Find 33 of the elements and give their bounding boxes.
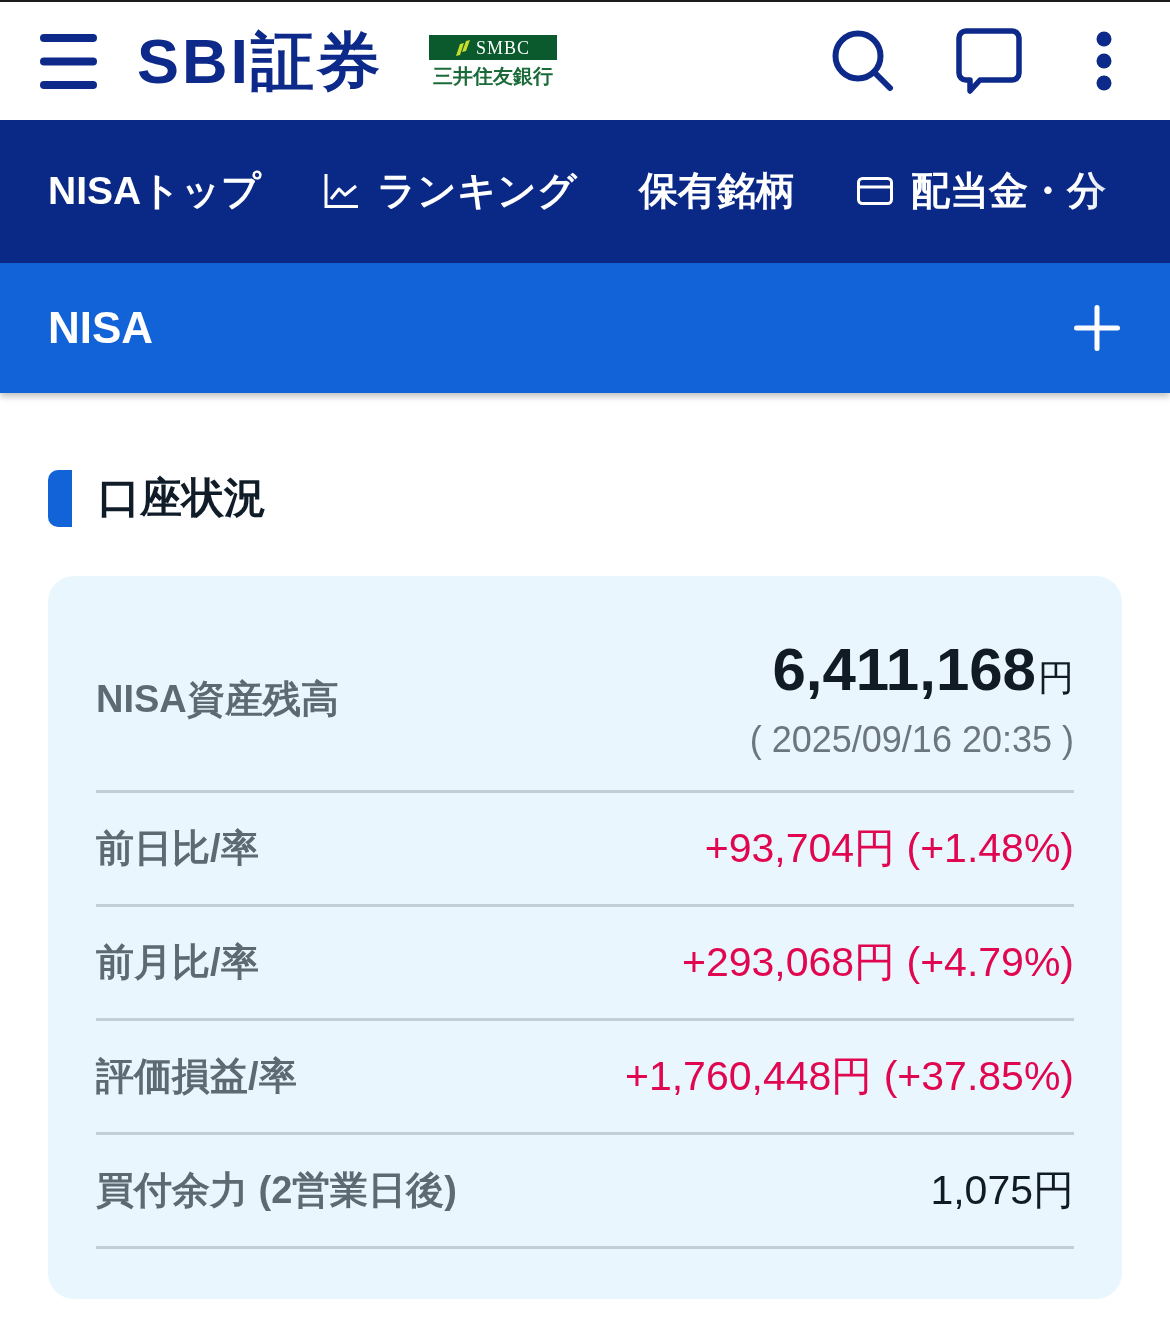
row-value: 1,075円: [930, 1166, 1074, 1215]
partner-bank-name: 三井住友銀行: [432, 65, 555, 87]
row-value: +293,068円 (+4.79%): [681, 938, 1074, 987]
nav-tab[interactable]: ランキング: [323, 168, 578, 215]
credit-card-icon: [857, 177, 894, 206]
balance-value: 6,411,168: [772, 637, 1036, 703]
balance-label: NISA資産残高: [96, 677, 339, 722]
row-label: 評価損益/率: [96, 1054, 297, 1099]
more-icon: [1096, 31, 1112, 91]
partner-logo-text: SMBC: [476, 38, 531, 57]
brand-logo: SBI証券: [137, 29, 384, 93]
nav-tab[interactable]: 配当金・分: [857, 168, 1107, 215]
row-label: 買付余力 (2営業日後): [96, 1168, 457, 1213]
more-button[interactable]: [1096, 31, 1112, 91]
chat-bubble-icon: [956, 27, 1022, 95]
accordion-header[interactable]: NISA: [0, 263, 1170, 393]
search-icon: [832, 30, 894, 92]
menu-icon: [40, 33, 97, 89]
row-label: 前月比/率: [96, 940, 259, 985]
chat-button[interactable]: [956, 27, 1022, 95]
row-label: 前日比/率: [96, 826, 259, 871]
menu-button[interactable]: [40, 33, 97, 89]
accent-bar-icon: [48, 470, 72, 527]
search-button[interactable]: [832, 30, 894, 92]
currency-unit: 円: [1038, 656, 1074, 700]
line-chart-icon: [323, 173, 360, 210]
row-value: +1,760,448円 (+37.85%): [624, 1052, 1074, 1101]
section-title: 口座状況: [98, 473, 266, 524]
row-value: +93,704円 (+1.48%): [704, 824, 1074, 873]
nav-tab[interactable]: NISAトップ: [48, 168, 262, 215]
timestamp: ( 2025/09/16 20:35 ): [749, 718, 1074, 762]
leaf-icon: [456, 39, 470, 56]
nav-tab[interactable]: 保有銘柄: [639, 168, 796, 215]
